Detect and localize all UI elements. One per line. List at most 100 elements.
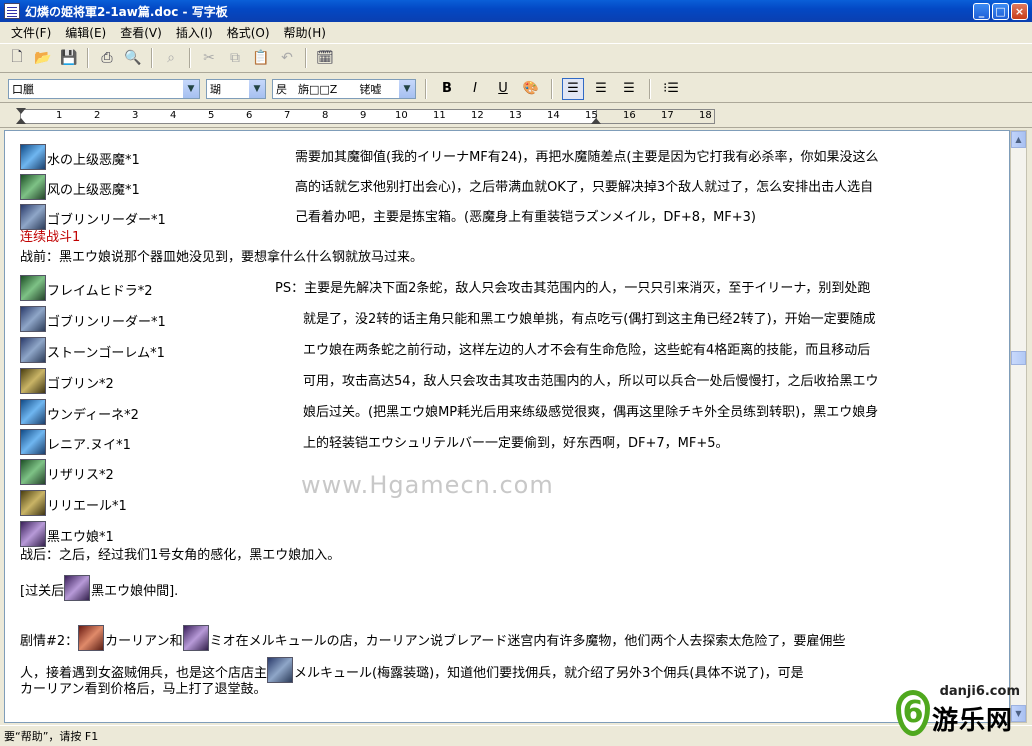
watermark-text: www.Hgamecn.com	[301, 471, 554, 499]
paste-clipboard-icon[interactable]: 📋	[250, 47, 272, 69]
list-item-text: 黑エウ娘*1	[47, 530, 114, 545]
copy-icon[interactable]: ⧉	[224, 47, 246, 69]
list-item-text: レニア.ヌイ*1	[47, 438, 131, 453]
color-palette-icon[interactable]: 🎨	[520, 78, 542, 100]
character-portrait-icon	[182, 625, 209, 651]
logo-url: danji6.com	[939, 684, 1020, 699]
chevron-down-icon[interactable]: ▼	[249, 79, 265, 98]
list-item: 风の上级恶魔*1	[20, 174, 140, 200]
first-line-indent-marker[interactable]	[16, 108, 26, 114]
font-name-combo[interactable]: 口臘 ▼	[8, 78, 200, 99]
character-portrait-icon	[20, 275, 46, 301]
font-size-value: 瑚	[210, 82, 221, 96]
scroll-thumb[interactable]	[1011, 351, 1026, 365]
character-portrait-icon	[78, 625, 105, 651]
menu-file[interactable]: 文件(F)	[4, 24, 58, 41]
window-controls: _ □ ×	[973, 3, 1028, 20]
ruler-tick: 1	[56, 110, 63, 121]
align-right-icon[interactable]: ☰	[618, 78, 640, 100]
scroll-up-icon[interactable]: ▲	[1011, 131, 1026, 148]
paragraph: 战前：黑エウ娘说那个器皿她没见到，要想拿什么什么钢就放马过来。	[20, 250, 424, 265]
script-combo[interactable]: 昃 旃□□Z 铑嘘 ▼	[272, 78, 416, 99]
ruler-tick: 10	[395, 110, 408, 121]
font-size-combo[interactable]: 瑚 ▼	[206, 78, 266, 99]
vertical-scrollbar[interactable]: ▲ ▼	[1010, 130, 1027, 723]
list-item-text: リリエール*1	[47, 499, 127, 514]
ruler-tick: 8	[322, 110, 329, 121]
logo-six-icon: 6	[896, 690, 930, 736]
list-item: 水の上级恶魔*1	[20, 144, 140, 170]
italic-button[interactable]: I	[464, 78, 486, 100]
ruler[interactable]: 1 2 3 4 5 6 7 8 9 10 11 12 13 14 15 16 1…	[0, 104, 1032, 128]
list-item: ゴブリンリーダー*1	[20, 204, 166, 230]
print-preview-icon[interactable]: 🔍	[122, 47, 144, 69]
paragraph-line: 需要加其魔御值(我的イリーナMF有24)，再把水魔随差点(主要是因为它打我有必杀…	[295, 150, 879, 165]
left-indent-marker[interactable]	[16, 118, 26, 124]
ruler-tick: 11	[433, 110, 446, 121]
chevron-down-icon[interactable]: ▼	[399, 79, 415, 98]
ruler-tick: 16	[623, 110, 636, 121]
paragraph-line: 剧情#2： カーリアン和 ミオ在メルキュールの店，カーリアン说ブレアード迷宫内有许多…	[20, 625, 845, 651]
list-item: リリエール*1	[20, 490, 127, 516]
paragraph-line: 己看着办吧，主要是拣宝箱。(恶魔身上有重装铠ラズンメイル，DF+8，MF+3)	[295, 210, 757, 225]
list-item-text: リザリス*2	[47, 468, 114, 483]
paragraph-line: 上的轻装铠エウシュリテルバー一定要偷到，好东西啊，DF+7，MF+5。	[303, 436, 729, 451]
document-text-area[interactable]: 水の上级恶魔*1 风の上级恶魔*1 ゴブリンリーダー*1 连续战斗1 战前：黑エ…	[4, 130, 1010, 723]
align-center-icon[interactable]: ☰	[590, 78, 612, 100]
close-button[interactable]: ×	[1011, 3, 1028, 20]
toolbar-separator	[425, 78, 427, 99]
ruler-tick: 4	[170, 110, 177, 121]
text-run: カーリアン和	[105, 634, 183, 649]
right-indent-marker[interactable]	[591, 118, 601, 124]
list-item: ウンディーネ*2	[20, 399, 139, 425]
character-portrait-icon	[20, 337, 46, 363]
site-logo: danji6.com 6 游乐网	[896, 684, 1028, 740]
character-portrait-icon	[20, 399, 46, 425]
standard-toolbar: 🗋 📂 💾 ⎙ 🔍 ⌕ ✂ ⧉ 📋 ↶ 🗓	[0, 43, 1032, 73]
find-binoculars-icon[interactable]: ⌕	[160, 47, 182, 69]
toolbar-separator	[87, 48, 89, 68]
list-item: ゴブリン*2	[20, 368, 114, 394]
bullets-icon[interactable]: ⁝☰	[660, 78, 682, 100]
ruler-tick: 17	[661, 110, 674, 121]
text-run: [过关后	[20, 584, 65, 599]
undo-icon[interactable]: ↶	[276, 47, 298, 69]
print-icon[interactable]: ⎙	[96, 47, 118, 69]
status-bar: 要“帮助”，请按 F1	[0, 725, 1032, 746]
menu-edit[interactable]: 编辑(E)	[58, 24, 113, 41]
cut-scissors-icon[interactable]: ✂	[198, 47, 220, 69]
menu-format[interactable]: 格式(O)	[220, 24, 277, 41]
character-portrait-icon	[20, 521, 46, 547]
ruler-tick: 9	[360, 110, 367, 121]
ruler-tick: 7	[284, 110, 291, 121]
paragraph: 战后：之后，经过我们1号女角的感化，黑エウ娘加入。	[20, 548, 341, 563]
maximize-button[interactable]: □	[992, 3, 1009, 20]
paragraph-line: 就是了，没2转的话主角只能和黑エウ娘单挑，有点吃亏(偶打到这主角已经2转了)，开…	[303, 312, 876, 327]
paragraph-line: 高的话就乞求他别打出会心)，之后带满血就OK了，只要解决掉3个敌人就过了，怎么安…	[295, 180, 874, 195]
ruler-ticks: 1 2 3 4 5 6 7 8 9 10 11 12 13 14 15 16 1…	[22, 110, 722, 123]
align-left-icon[interactable]: ☰	[562, 77, 584, 100]
insert-date-time-icon[interactable]: 🗓	[314, 47, 336, 69]
window-title: 幻燐の姫将軍2-1aw篇.doc - 写字板	[25, 4, 228, 19]
ruler-tick: 14	[547, 110, 560, 121]
paragraph-line: PS：主要是先解决下面2条蛇，敌人只会攻击其范围内的人，一只只引来消灭，至于イリ…	[275, 280, 870, 298]
script-value: 昃 旃□□Z 铑嘘	[276, 82, 382, 96]
list-item-text: 水の上级恶魔*1	[47, 153, 140, 168]
minimize-button[interactable]: _	[973, 3, 990, 20]
logo-name: 游乐网	[932, 706, 1014, 736]
save-disk-icon[interactable]: 💾	[58, 47, 80, 69]
bold-button[interactable]: B	[436, 78, 458, 100]
open-folder-icon[interactable]: 📂	[32, 47, 54, 69]
menu-help[interactable]: 帮助(H)	[277, 24, 333, 41]
character-portrait-icon	[20, 429, 46, 455]
text-run: メルキュール(梅露装璐)，知道他们要找佣兵，就介绍了另外3个佣兵(具体不说了)，…	[294, 666, 804, 681]
chevron-down-icon[interactable]: ▼	[183, 79, 199, 98]
section-heading: 连续战斗1	[20, 230, 81, 245]
menu-bar: 文件(F) 编辑(E) 查看(V) 插入(I) 格式(O) 帮助(H)	[0, 22, 1032, 42]
format-toolbar: 口臘 ▼ 瑚 ▼ 昃 旃□□Z 铑嘘 ▼ B I U 🎨 ☰ ☰ ☰ ⁝☰	[0, 75, 1032, 103]
underline-button[interactable]: U	[492, 78, 514, 100]
menu-view[interactable]: 查看(V)	[113, 24, 169, 41]
menu-insert[interactable]: 插入(I)	[169, 24, 220, 41]
list-item-text: フレイムヒドラ*2	[47, 284, 153, 299]
new-document-icon[interactable]: 🗋	[6, 47, 28, 69]
